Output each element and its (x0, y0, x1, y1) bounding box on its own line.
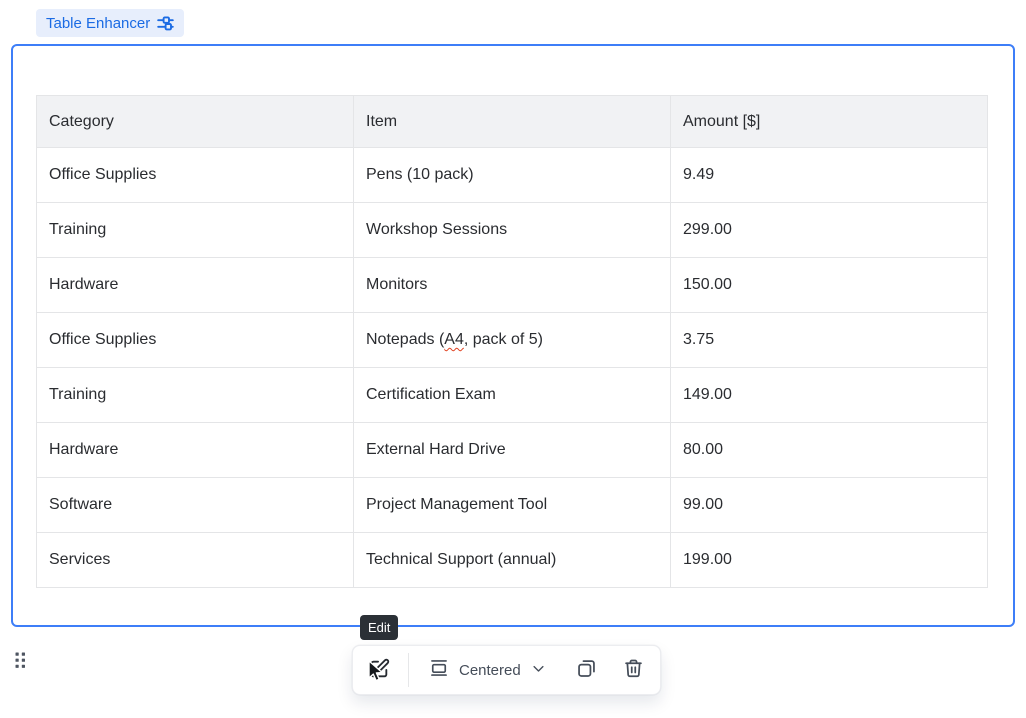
edit-button[interactable] (358, 650, 399, 690)
table-row: Services Technical Support (annual) 199.… (37, 533, 988, 588)
data-table: Category Item Amount [$] Office Supplies… (36, 95, 988, 588)
toolbar-divider (408, 653, 409, 687)
floating-toolbar: Centered (352, 645, 661, 695)
cell-item: Workshop Sessions (354, 203, 671, 258)
cell-amount: 199.00 (671, 533, 988, 588)
sliders-icon (157, 16, 174, 31)
cell-amount: 9.49 (671, 148, 988, 203)
cell-amount: 99.00 (671, 478, 988, 533)
align-center-icon (429, 658, 449, 682)
cell-item: Technical Support (annual) (354, 533, 671, 588)
macro-badge[interactable]: Table Enhancer (36, 9, 184, 37)
editor-page: Table Enhancer Category Item Amount [$] (0, 0, 1026, 718)
cell-amount: 150.00 (671, 258, 988, 313)
table-enhancer-macro[interactable]: Category Item Amount [$] Office Supplies… (11, 44, 1015, 627)
table-row: Hardware Monitors 150.00 (37, 258, 988, 313)
trash-icon (623, 658, 644, 682)
cell-amount: 299.00 (671, 203, 988, 258)
alignment-dropdown-label: Centered (457, 662, 523, 679)
copy-icon (576, 658, 597, 682)
table-row: Software Project Management Tool 99.00 (37, 478, 988, 533)
cell-item: Certification Exam (354, 368, 671, 423)
cell-category: Software (37, 478, 354, 533)
column-header-category: Category (37, 96, 354, 148)
edit-pencil-icon (368, 658, 390, 683)
cell-category: Training (37, 368, 354, 423)
table-row: Training Workshop Sessions 299.00 (37, 203, 988, 258)
cell-category: Training (37, 203, 354, 258)
table-row: Office Supplies Pens (10 pack) 9.49 (37, 148, 988, 203)
delete-button[interactable] (623, 658, 644, 682)
cell-item: Pens (10 pack) (354, 148, 671, 203)
drag-handle-icon[interactable] (15, 652, 26, 674)
column-header-item: Item (354, 96, 671, 148)
cell-category: Office Supplies (37, 148, 354, 203)
cell-amount: 80.00 (671, 423, 988, 478)
chevron-down-icon (531, 661, 546, 680)
misspelled-word: A4 (444, 331, 464, 348)
item-text: Notepads ( (366, 331, 444, 348)
cell-category: Hardware (37, 423, 354, 478)
edit-tooltip: Edit (360, 615, 398, 640)
cell-item: Monitors (354, 258, 671, 313)
cell-item: External Hard Drive (354, 423, 671, 478)
table-row: Training Certification Exam 149.00 (37, 368, 988, 423)
copy-button[interactable] (576, 658, 597, 682)
cell-item: Project Management Tool (354, 478, 671, 533)
cell-category: Office Supplies (37, 313, 354, 368)
edit-tooltip-label: Edit (368, 620, 390, 635)
cell-category: Services (37, 533, 354, 588)
cell-category: Hardware (37, 258, 354, 313)
table-row: Office Supplies Notepads (A4, pack of 5)… (37, 313, 988, 368)
cell-amount: 149.00 (671, 368, 988, 423)
table-row: Hardware External Hard Drive 80.00 (37, 423, 988, 478)
cell-amount: 3.75 (671, 313, 988, 368)
cell-item: Notepads (A4, pack of 5) (354, 313, 671, 368)
table-header-row: Category Item Amount [$] (37, 96, 988, 148)
column-header-amount: Amount [$] (671, 96, 988, 148)
alignment-dropdown[interactable]: Centered (421, 650, 554, 690)
item-text: , pack of 5) (464, 331, 543, 348)
macro-badge-label: Table Enhancer (46, 15, 150, 32)
